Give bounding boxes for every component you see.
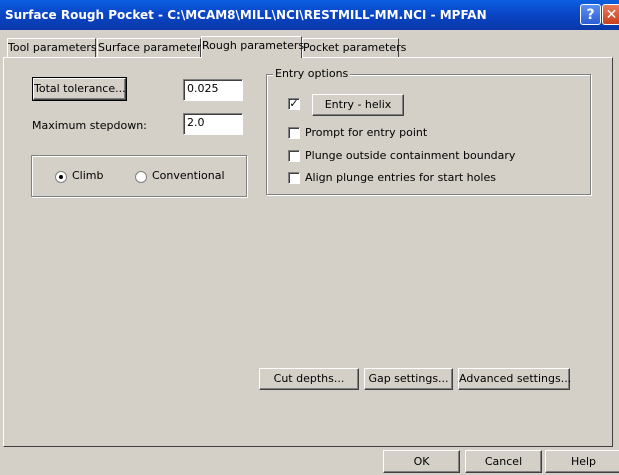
entry-options-title: Entry options [273, 67, 351, 80]
align-plunge-checkbox[interactable] [288, 172, 300, 184]
entry-options-group: Entry options ✓ Entry - helix Prompt for… [266, 67, 591, 195]
total-tolerance-button[interactable]: Total tolerance... [32, 77, 127, 101]
plunge-outside-label: Plunge outside containment boundary [305, 149, 516, 162]
total-tolerance-field[interactable]: 0.025 [183, 79, 243, 101]
dialog-button-bar: OK Cancel Help [0, 447, 619, 475]
max-stepdown-label: Maximum stepdown: [32, 119, 147, 132]
help-button[interactable]: Help [545, 450, 619, 473]
conventional-radio[interactable] [135, 171, 147, 183]
window-title: Surface Rough Pocket - C:\MCAM8\MILL\NCI… [5, 8, 487, 22]
ok-button[interactable]: OK [383, 450, 460, 473]
entry-helix-checkbox[interactable]: ✓ [288, 98, 300, 110]
prompt-entry-checkbox[interactable] [288, 127, 300, 139]
entry-helix-button[interactable]: Entry - helix [312, 94, 404, 116]
cut-depths-button[interactable]: Cut depths... [259, 368, 359, 390]
plunge-outside-checkbox[interactable] [288, 150, 300, 162]
tab-surface-parameters[interactable]: Surface parameters [97, 38, 207, 57]
climb-label: Climb [72, 169, 104, 182]
align-plunge-label: Align plunge entries for start holes [305, 171, 496, 184]
prompt-entry-label: Prompt for entry point [305, 126, 428, 139]
close-icon[interactable]: ✕ [602, 4, 619, 25]
tab-rough-parameters[interactable]: Rough parameters [201, 36, 304, 58]
climb-radio[interactable] [55, 171, 67, 183]
gap-settings-button[interactable]: Gap settings... [364, 368, 453, 390]
rough-parameters-panel: Total tolerance... 0.025 Maximum stepdow… [3, 57, 613, 447]
max-stepdown-field[interactable]: 2.0 [183, 113, 243, 135]
tab-pocket-parameters[interactable]: Pocket parameters [302, 38, 406, 57]
conventional-label: Conventional [152, 169, 225, 182]
title-bar: Surface Rough Pocket - C:\MCAM8\MILL\NCI… [0, 0, 619, 30]
cut-direction-group: Climb Conventional [31, 155, 247, 197]
help-icon[interactable]: ? [580, 4, 601, 25]
advanced-settings-button[interactable]: Advanced settings... [458, 368, 571, 390]
tab-tool-parameters[interactable]: Tool parameters [7, 38, 97, 57]
cancel-button[interactable]: Cancel [465, 450, 542, 473]
tab-strip: Tool parameters Surface parameters Rough… [0, 36, 619, 58]
